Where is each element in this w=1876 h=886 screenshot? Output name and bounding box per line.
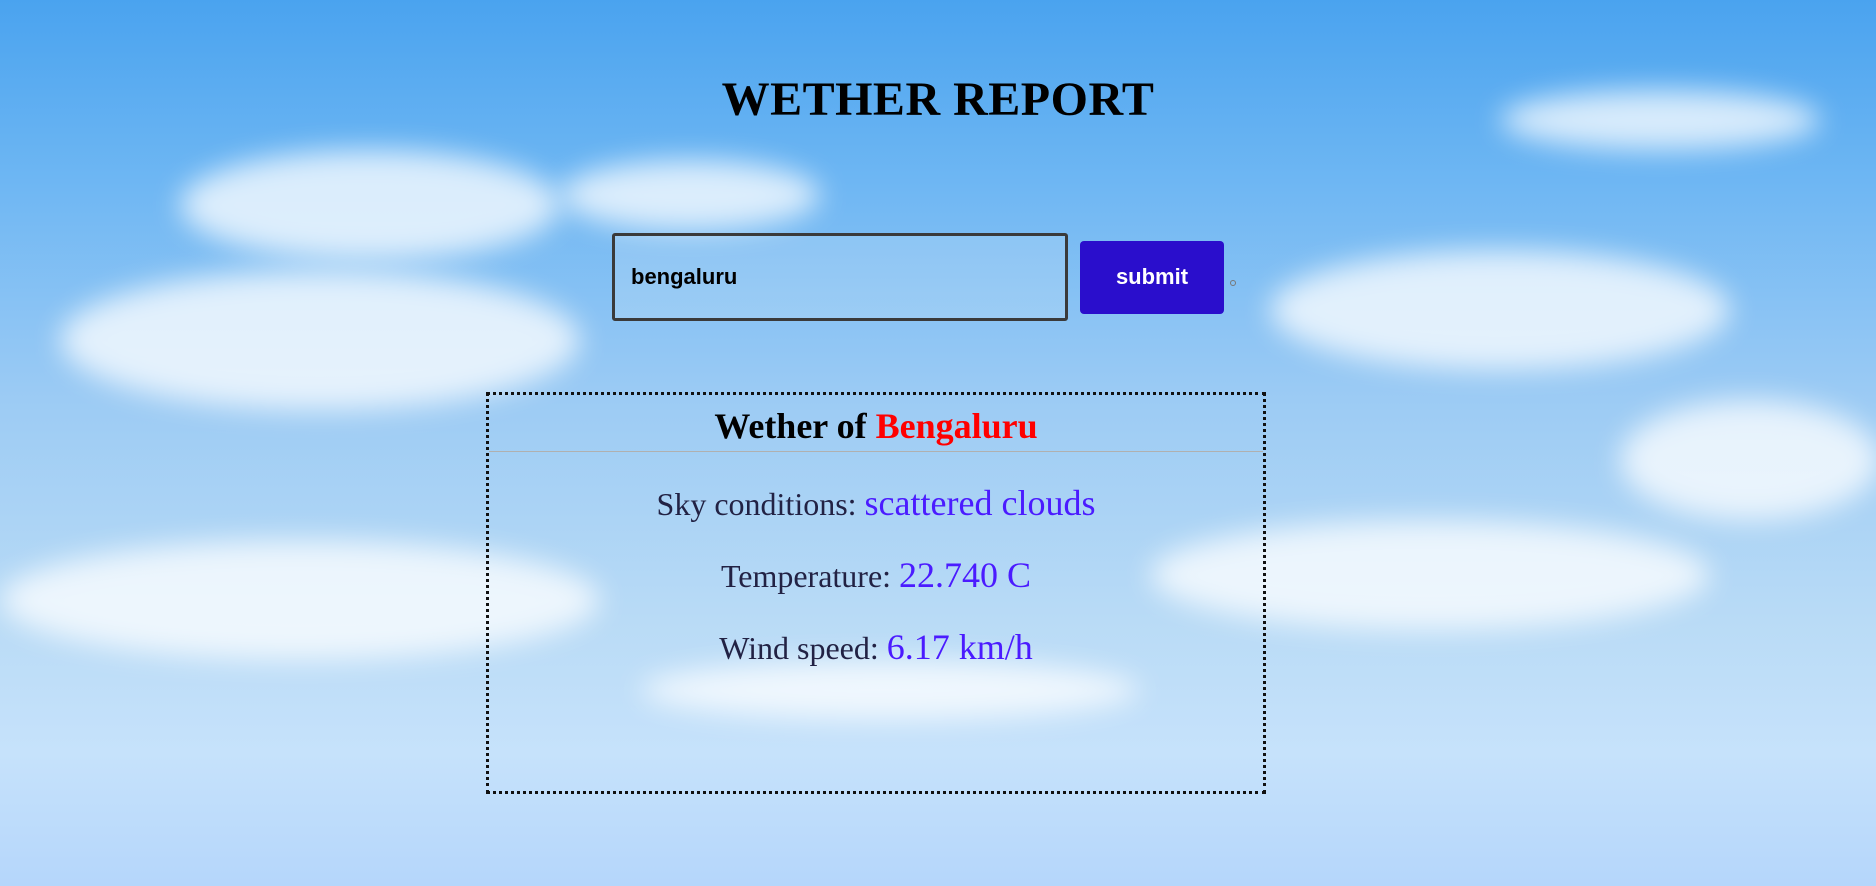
sky-conditions-label: Sky conditions: [656,486,857,522]
weather-result-box: Wether of Bengaluru Sky conditions: scat… [486,392,1266,794]
wind-speed-label: Wind speed: [719,630,879,666]
result-city-name: Bengaluru [875,406,1038,446]
wind-speed-value: 6.17 km/h [886,627,1033,667]
temperature-line: Temperature: 22.740 C [489,554,1263,596]
submit-button[interactable]: submit [1080,240,1224,314]
temperature-label: Temperature: [720,558,892,594]
page-title: WETHER REPORT [721,73,1155,126]
sky-conditions-value: scattered clouds [864,483,1096,523]
search-form: submit [612,233,1236,321]
cursor-dot [1230,280,1236,286]
result-heading: Wether of Bengaluru [489,395,1263,452]
temperature-value: 22.740 C [899,555,1032,595]
sky-conditions-line: Sky conditions: scattered clouds [489,482,1263,524]
city-search-input[interactable] [612,233,1068,321]
result-heading-prefix: Wether of [714,406,867,446]
wind-speed-line: Wind speed: 6.17 km/h [489,626,1263,668]
